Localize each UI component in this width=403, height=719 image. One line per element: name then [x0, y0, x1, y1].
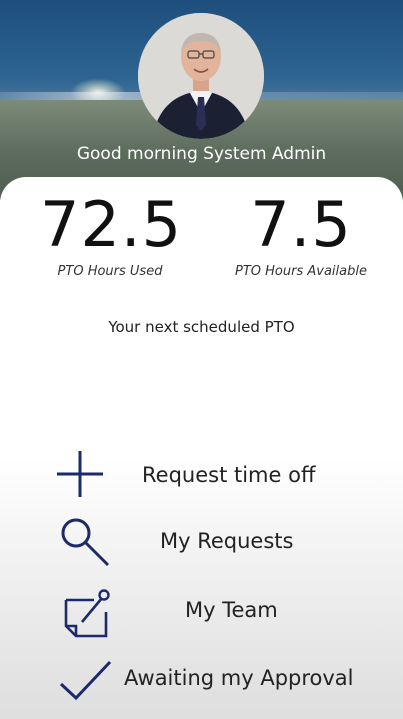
awaiting-approval-button[interactable]: Awaiting my Approval — [0, 650, 403, 708]
my-team-label: My Team — [185, 598, 278, 622]
request-time-off-label: Request time off — [142, 463, 316, 487]
pto-used-value: 72.5 — [40, 188, 183, 261]
edit-note-icon — [60, 584, 116, 640]
pto-available-label: PTO Hours Available — [235, 264, 367, 279]
plus-icon — [52, 447, 108, 503]
my-team-button[interactable]: My Team — [0, 582, 403, 640]
pto-available-value: 7.5 — [250, 188, 352, 261]
greeting-text: Good morning System Admin — [76, 144, 327, 164]
request-time-off-button[interactable]: Request time off — [0, 447, 403, 505]
pto-used-stat: 72.5 PTO Hours Used — [40, 188, 183, 280]
search-icon — [56, 513, 112, 569]
my-requests-label: My Requests — [160, 529, 294, 553]
profile-photo — [138, 13, 264, 139]
pto-used-label: PTO Hours Used — [57, 264, 163, 279]
awaiting-approval-label: Awaiting my Approval — [124, 666, 354, 690]
checkmark-icon — [56, 652, 112, 708]
my-requests-button[interactable]: My Requests — [0, 513, 403, 571]
profile-avatar[interactable] — [138, 13, 264, 139]
pto-available-stat: 7.5 PTO Hours Available — [226, 188, 376, 280]
next-scheduled-pto-label: Your next scheduled PTO — [108, 318, 295, 336]
